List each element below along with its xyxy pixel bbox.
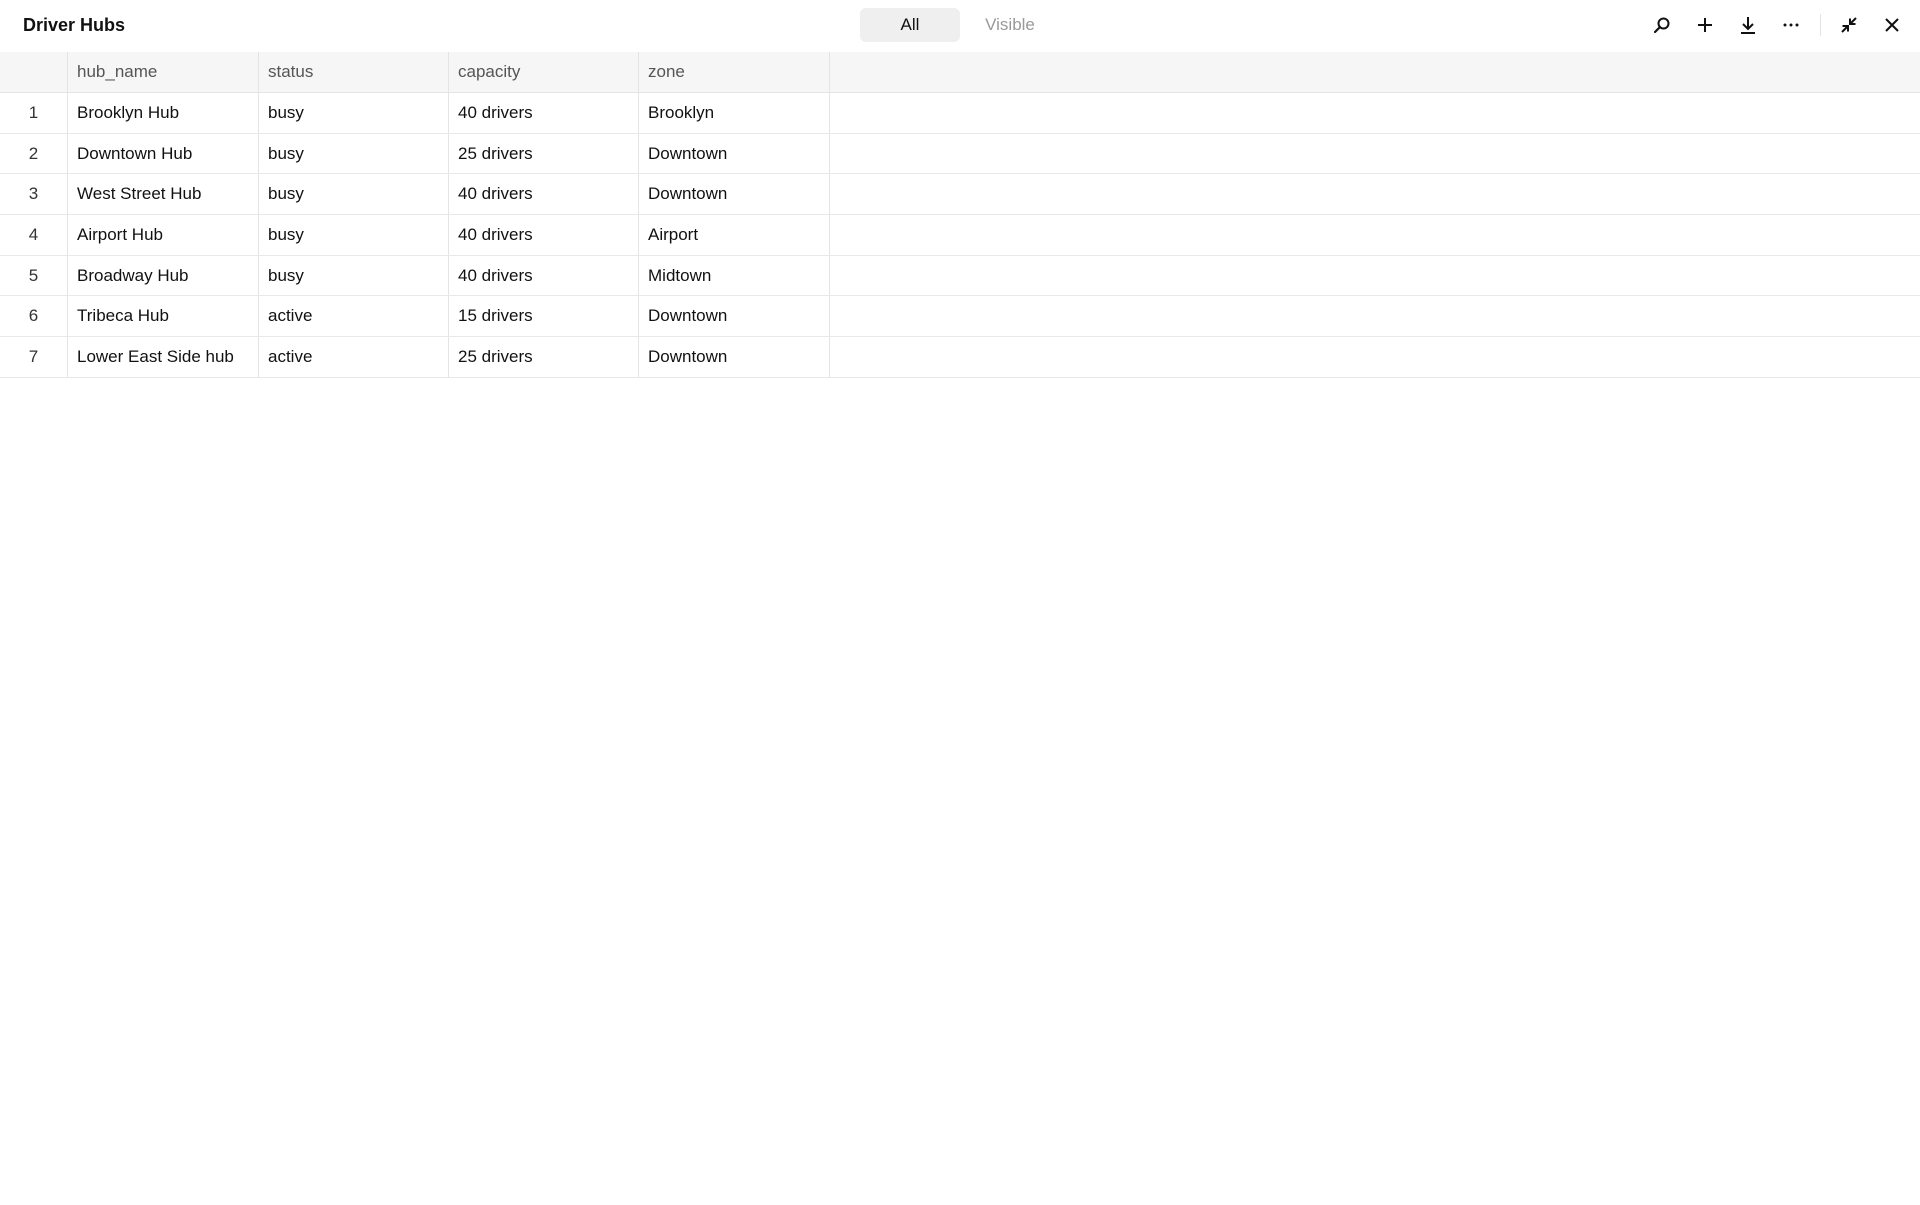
cell-zone[interactable]: Midtown bbox=[639, 255, 830, 296]
page-title: Driver Hubs bbox=[23, 15, 126, 35]
row-number: 3 bbox=[0, 174, 68, 215]
table-row[interactable]: 6 Tribeca Hub active 15 drivers Downtown bbox=[0, 296, 1920, 338]
cell-status[interactable]: busy bbox=[259, 255, 449, 296]
cell-capacity[interactable]: 15 drivers bbox=[449, 296, 639, 337]
row-number-header bbox=[0, 52, 68, 92]
cell-capacity[interactable]: 25 drivers bbox=[449, 133, 639, 174]
table-row[interactable]: 3 West Street Hub busy 40 drivers Downto… bbox=[0, 174, 1920, 216]
search-button[interactable] bbox=[1647, 10, 1677, 40]
collapse-button[interactable] bbox=[1834, 10, 1864, 40]
cell-filler bbox=[830, 296, 1920, 336]
close-button[interactable] bbox=[1877, 10, 1907, 40]
cell-filler bbox=[830, 93, 1920, 133]
cell-status[interactable]: busy bbox=[259, 133, 449, 174]
cell-filler bbox=[830, 174, 1920, 214]
table-row[interactable]: 2 Downtown Hub busy 25 drivers Downtown bbox=[0, 133, 1920, 175]
cell-hub-name[interactable]: Lower East Side hub bbox=[68, 337, 259, 377]
cell-status[interactable]: busy bbox=[259, 174, 449, 215]
table-row[interactable]: 5 Broadway Hub busy 40 drivers Midtown bbox=[0, 255, 1920, 297]
cell-status[interactable]: busy bbox=[259, 93, 449, 133]
cell-zone[interactable]: Downtown bbox=[639, 296, 830, 337]
row-number: 7 bbox=[0, 337, 68, 377]
table-header: hub_name status capacity zone bbox=[0, 52, 1920, 93]
column-header-hub-name[interactable]: hub_name bbox=[68, 52, 259, 92]
view-toggle: All Visible bbox=[860, 8, 1060, 42]
cell-zone[interactable]: Downtown bbox=[639, 133, 830, 174]
cell-capacity[interactable]: 40 drivers bbox=[449, 174, 639, 215]
cell-hub-name[interactable]: West Street Hub bbox=[68, 174, 259, 215]
cell-filler bbox=[830, 215, 1920, 255]
cell-zone[interactable]: Downtown bbox=[639, 337, 830, 377]
row-number: 1 bbox=[0, 93, 68, 133]
row-number: 6 bbox=[0, 296, 68, 337]
cell-capacity[interactable]: 40 drivers bbox=[449, 215, 639, 255]
cell-hub-name[interactable]: Airport Hub bbox=[68, 215, 259, 255]
cell-capacity[interactable]: 25 drivers bbox=[449, 337, 639, 377]
column-header-capacity[interactable]: capacity bbox=[449, 52, 639, 92]
column-header-zone[interactable]: zone bbox=[639, 52, 830, 92]
cell-status[interactable]: active bbox=[259, 296, 449, 337]
add-button[interactable] bbox=[1690, 10, 1720, 40]
more-button[interactable] bbox=[1776, 10, 1806, 40]
cell-capacity[interactable]: 40 drivers bbox=[449, 93, 639, 133]
cell-hub-name[interactable]: Downtown Hub bbox=[68, 133, 259, 174]
column-header-status[interactable]: status bbox=[259, 52, 449, 92]
tab-all[interactable]: All bbox=[860, 8, 960, 42]
cell-filler bbox=[830, 256, 1920, 296]
cell-filler bbox=[830, 337, 1920, 377]
cell-zone[interactable]: Brooklyn bbox=[639, 93, 830, 133]
column-header-empty bbox=[830, 52, 1920, 92]
table-row[interactable]: 7 Lower East Side hub active 25 drivers … bbox=[0, 337, 1920, 378]
row-number: 2 bbox=[0, 133, 68, 174]
top-bar: Driver Hubs All Visible bbox=[0, 0, 1920, 52]
cell-filler bbox=[830, 134, 1920, 174]
cell-status[interactable]: active bbox=[259, 337, 449, 377]
cell-zone[interactable]: Downtown bbox=[639, 174, 830, 215]
close-icon bbox=[1885, 18, 1899, 32]
cell-zone[interactable]: Airport bbox=[639, 215, 830, 255]
table-row[interactable]: 4 Airport Hub busy 40 drivers Airport bbox=[0, 215, 1920, 256]
collapse-icon bbox=[1841, 17, 1857, 33]
data-table: hub_name status capacity zone 1 Brooklyn… bbox=[0, 52, 1920, 378]
cell-status[interactable]: busy bbox=[259, 215, 449, 255]
cell-hub-name[interactable]: Broadway Hub bbox=[68, 255, 259, 296]
row-number: 5 bbox=[0, 255, 68, 296]
plus-icon bbox=[1698, 18, 1712, 32]
more-icon bbox=[1783, 23, 1799, 27]
download-icon bbox=[1741, 17, 1755, 34]
toolbar-divider bbox=[1820, 14, 1821, 36]
row-number: 4 bbox=[0, 215, 68, 255]
table-row[interactable]: 1 Brooklyn Hub busy 40 drivers Brooklyn bbox=[0, 93, 1920, 134]
cell-hub-name[interactable]: Tribeca Hub bbox=[68, 296, 259, 337]
cell-capacity[interactable]: 40 drivers bbox=[449, 255, 639, 296]
cell-hub-name[interactable]: Brooklyn Hub bbox=[68, 93, 259, 133]
download-button[interactable] bbox=[1733, 10, 1763, 40]
tab-visible[interactable]: Visible bbox=[960, 8, 1060, 42]
search-icon bbox=[1653, 17, 1670, 34]
